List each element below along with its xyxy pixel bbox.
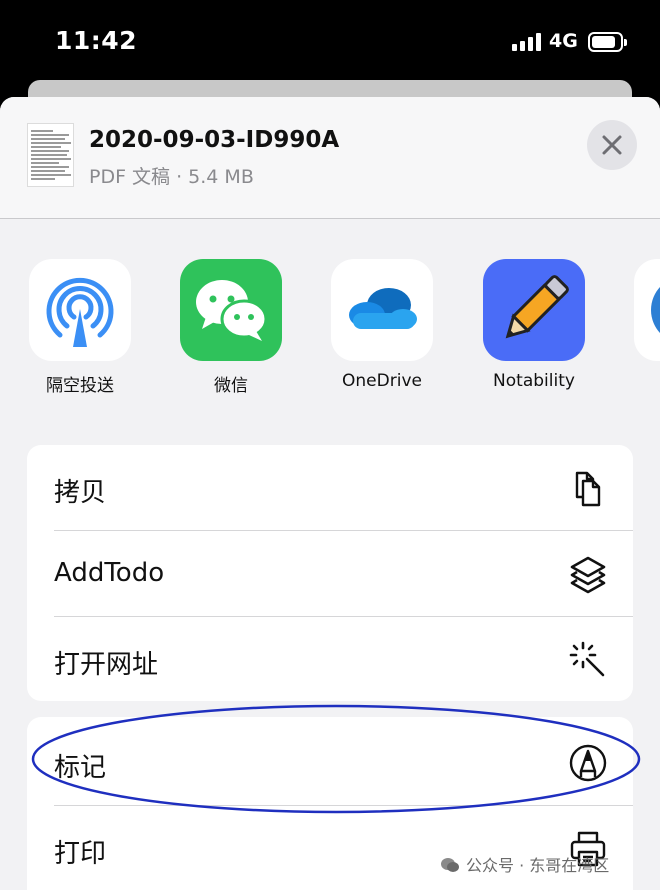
- app-airdrop[interactable]: 隔空投送: [20, 259, 140, 396]
- close-icon: [602, 135, 622, 155]
- action-open-url[interactable]: 打开网址: [27, 617, 633, 701]
- app-label: 微信: [214, 376, 248, 396]
- action-group-primary: 拷贝 AddTodo 打开网址: [27, 445, 633, 701]
- magic-wand-icon: [569, 641, 605, 677]
- status-time: 11:42: [55, 26, 138, 55]
- file-meta: PDF 文稿 · 5.4 MB: [89, 166, 254, 188]
- share-sheet: 2020-09-03-ID990A PDF 文稿 · 5.4 MB 隔空投送 微…: [0, 97, 660, 890]
- notability-icon: [483, 259, 585, 361]
- action-label: 打印: [54, 839, 107, 869]
- close-button[interactable]: [587, 120, 637, 170]
- battery-icon: [588, 32, 627, 52]
- copy-icon: [575, 471, 601, 507]
- action-print[interactable]: 打印: [27, 806, 633, 890]
- watermark: 公众号 · 东哥在湾区: [440, 852, 609, 876]
- app-label: 隔空投送: [46, 376, 114, 396]
- shortcuts-icon: [570, 556, 606, 594]
- action-label: AddTodo: [54, 558, 165, 588]
- onedrive-icon: [331, 259, 433, 361]
- app-onedrive[interactable]: OneDrive: [322, 259, 442, 391]
- action-label: 拷贝: [54, 478, 107, 508]
- cellular-signal-icon: [512, 33, 542, 51]
- status-bar: 11:42 4G: [0, 0, 660, 82]
- app-more-partial[interactable]: [625, 259, 660, 361]
- app-notability[interactable]: Notability: [474, 259, 594, 391]
- wechat-official-account-icon: [441, 858, 459, 872]
- share-app-row: 隔空投送 微信 OneDrive Notability: [0, 259, 660, 399]
- action-copy[interactable]: 拷贝: [27, 445, 633, 530]
- file-name: 2020-09-03-ID990A: [89, 127, 340, 153]
- action-label: 打开网址: [54, 650, 159, 680]
- app-label: OneDrive: [342, 371, 422, 391]
- partial-app-icon: [634, 259, 660, 361]
- airdrop-icon: [29, 259, 131, 361]
- watermark-text: 公众号 · 东哥在湾区: [466, 856, 610, 875]
- app-label: Notability: [493, 371, 575, 391]
- app-wechat[interactable]: 微信: [171, 259, 291, 396]
- action-label: 标记: [54, 753, 107, 783]
- document-thumbnail: [27, 123, 74, 187]
- network-type: 4G: [549, 30, 578, 52]
- action-addtodo[interactable]: AddTodo: [27, 531, 633, 616]
- markup-icon: [569, 744, 607, 782]
- wechat-icon: [180, 259, 282, 361]
- share-sheet-header: 2020-09-03-ID990A PDF 文稿 · 5.4 MB: [0, 97, 660, 219]
- action-markup[interactable]: 标记: [27, 720, 633, 805]
